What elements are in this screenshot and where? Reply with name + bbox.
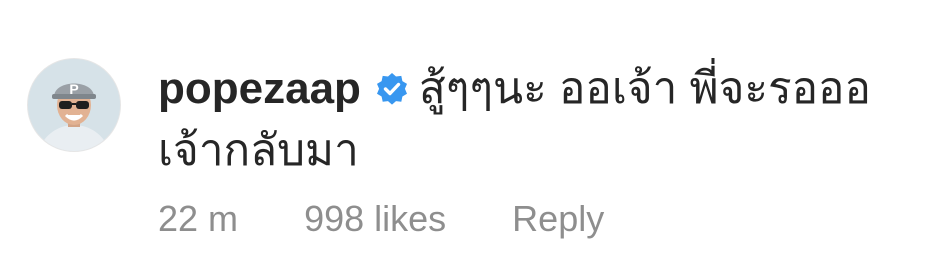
comment-timestamp[interactable]: 22 m — [158, 198, 238, 240]
comment-likes[interactable]: 998 likes — [304, 198, 446, 240]
comment-body: popezaap สู้ๆๆนะ ออเจ้า พี่จะรอออ เจ้ากลั… — [158, 58, 918, 182]
comment: P popezaap สู้ๆๆนะ ออเจ้า พี่จะรอออ เจ้าก… — [0, 0, 944, 278]
verified-badge-icon — [375, 61, 409, 105]
reply-button[interactable]: Reply — [512, 198, 604, 240]
comment-username[interactable]: popezaap — [158, 64, 361, 113]
avatar[interactable]: P — [27, 58, 121, 152]
svg-text:P: P — [69, 81, 78, 97]
comment-meta: 22 m 998 likes Reply — [158, 198, 604, 240]
avatar-image: P — [28, 59, 120, 151]
